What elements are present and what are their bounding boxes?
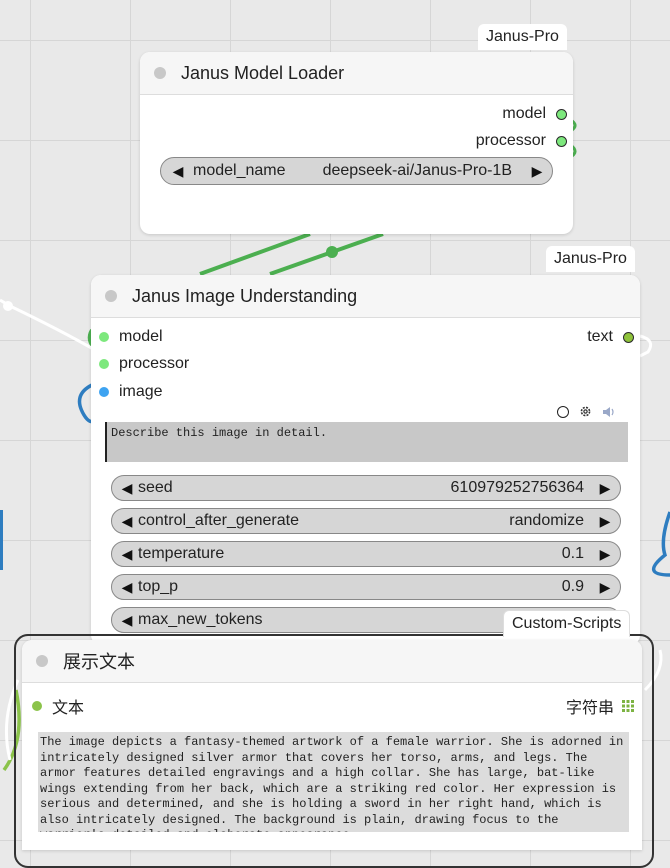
right-arrow-icon[interactable]: ▶ [594, 546, 616, 563]
left-arrow-icon[interactable]: ◀ [116, 612, 138, 629]
wire-white-left [0, 298, 96, 352]
left-arrow-icon[interactable]: ◀ [116, 579, 138, 596]
output-model[interactable]: model [502, 105, 567, 123]
wire-model [199, 232, 311, 276]
output-dot-icon[interactable] [556, 108, 567, 120]
prompt-textarea[interactable]: Describe this image in detail. [105, 422, 628, 462]
display-badge: Custom-Scripts [503, 610, 631, 637]
right-arrow-icon[interactable]: ▶ [594, 579, 616, 596]
wire-reroute-dot [326, 246, 338, 258]
input-processor[interactable]: processor [99, 355, 189, 373]
widget-value: randomize [509, 512, 584, 529]
node-title: 展示文本 [63, 652, 135, 672]
textarea-toolbar [557, 405, 616, 418]
left-arrow-icon[interactable]: ◀ [116, 480, 138, 497]
widget-label: top_p [138, 578, 179, 595]
widget-label: temperature [138, 545, 225, 562]
grid-icon[interactable] [622, 700, 634, 712]
understanding-badge: Janus-Pro [546, 246, 635, 272]
input-image[interactable]: image [99, 383, 163, 401]
right-arrow-icon[interactable]: ▶ [594, 480, 616, 497]
input-dot-icon[interactable] [99, 359, 109, 369]
temperature-widget[interactable]: ◀ temperature 0.1 ▶ [111, 541, 621, 567]
seed-widget[interactable]: ◀ seed 610979252756364 ▶ [111, 475, 621, 501]
control-after-generate-widget[interactable]: ◀ control_after_generate randomize ▶ [111, 508, 621, 534]
slot-label: processor [119, 355, 190, 372]
node-header[interactable]: Janus Image Understanding [91, 275, 640, 318]
slot-label: processor [475, 132, 546, 149]
slot-label: text [587, 328, 613, 345]
janus-model-loader-node[interactable]: Janus Model Loader model processor ◀ mod… [140, 52, 573, 234]
widget-value: 0.1 [561, 545, 584, 562]
input-dot-icon[interactable] [32, 701, 42, 711]
node-title: Janus Model Loader [181, 62, 345, 83]
slot-label: image [119, 383, 163, 400]
collapse-dot-icon[interactable] [105, 290, 117, 302]
widget-value: 610979252756364 [450, 479, 584, 496]
right-arrow-icon[interactable]: ▶ [594, 513, 616, 530]
widget-label: seed [138, 479, 173, 496]
input-dot-icon[interactable] [99, 387, 109, 397]
left-arrow-icon[interactable]: ◀ [116, 513, 138, 530]
show-text-node[interactable]: 展示文本 文本 字符串 The image depicts a fantasy-… [22, 640, 642, 850]
speaker-icon[interactable] [602, 406, 616, 418]
collapse-dot-icon[interactable] [154, 67, 166, 79]
slot-label: 文本 [52, 700, 85, 717]
model-name-combo[interactable]: ◀ model_name deepseek-ai/Janus-Pro-1B ▶ [160, 157, 553, 185]
output-dot-icon[interactable] [623, 331, 634, 343]
node-header[interactable]: 展示文本 [22, 640, 642, 683]
output-textarea[interactable]: The image depicts a fantasy-themed artwo… [38, 732, 629, 832]
output-processor[interactable]: processor [476, 132, 567, 150]
janus-image-understanding-node[interactable]: Janus Image Understanding model processo… [91, 275, 640, 645]
collapse-dot-icon[interactable] [36, 655, 48, 667]
slot-label: model [119, 328, 163, 345]
widget-label: model_name [193, 162, 286, 179]
widget-label: control_after_generate [138, 512, 299, 529]
node-title: Janus Image Understanding [132, 285, 358, 306]
slot-label: 字符串 [565, 700, 614, 717]
output-string[interactable]: 字符串 [566, 694, 634, 718]
loader-badge: Janus-Pro [478, 24, 567, 50]
wire-text-out [639, 334, 653, 358]
widget-value: 0.9 [561, 578, 584, 595]
input-model[interactable]: model [99, 328, 163, 346]
top-p-widget[interactable]: ◀ top_p 0.9 ▶ [111, 574, 621, 600]
slot-label: model [502, 105, 546, 122]
input-dot-icon[interactable] [99, 332, 109, 342]
input-text[interactable]: 文本 [32, 694, 84, 718]
circle-icon[interactable] [557, 405, 569, 418]
output-text[interactable]: text [587, 328, 634, 346]
wire-blue-right [652, 511, 670, 577]
left-arrow-icon[interactable]: ◀ [167, 163, 189, 180]
gear-icon[interactable] [579, 405, 592, 418]
widget-value: deepseek-ai/Janus-Pro-1B [322, 162, 512, 179]
node-header[interactable]: Janus Model Loader [140, 52, 573, 95]
left-arrow-icon[interactable]: ◀ [116, 546, 138, 563]
right-arrow-icon[interactable]: ▶ [526, 163, 548, 180]
output-dot-icon[interactable] [556, 135, 567, 147]
